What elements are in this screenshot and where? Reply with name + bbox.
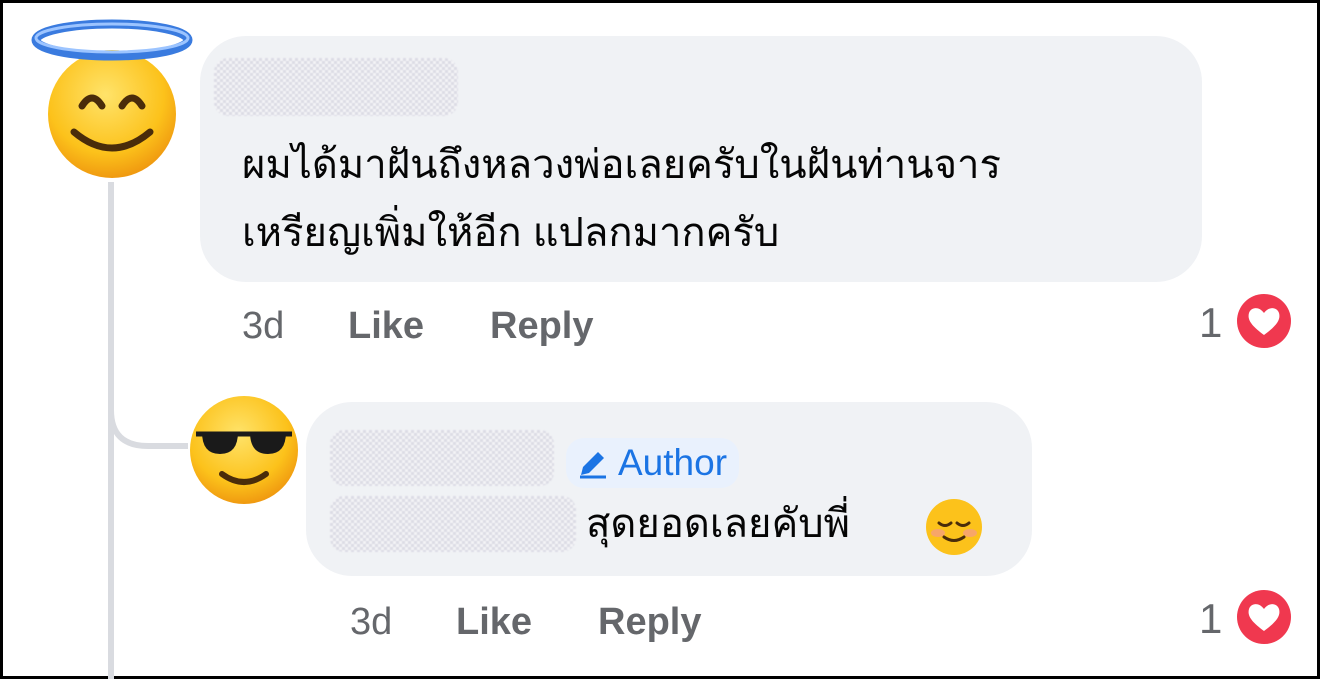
reply-like-button[interactable]: Like	[456, 601, 532, 644]
comment-timestamp[interactable]: 3d	[242, 305, 284, 348]
sunglasses-face-icon[interactable]	[188, 394, 300, 506]
reply-reply-button[interactable]: Reply	[598, 601, 701, 644]
thread-branch-line	[108, 380, 188, 449]
comment-reply-button[interactable]: Reply	[490, 305, 593, 348]
reply-timestamp[interactable]: 3d	[350, 601, 392, 644]
reply-reaction-count[interactable]: 1	[1199, 595, 1222, 643]
reply-mention-name[interactable]	[330, 496, 576, 552]
comment-author-name[interactable]	[214, 58, 458, 116]
reply-author-name[interactable]	[330, 430, 554, 486]
halo-smiling-face-icon[interactable]	[28, 14, 196, 182]
comment-reaction-count[interactable]: 1	[1199, 299, 1222, 347]
heart-reaction-icon[interactable]	[1236, 293, 1292, 349]
comment-text-line-1: ผมได้มาฝันถึงหลวงพ่อเลยครับในฝันท่านจาร	[242, 143, 1001, 187]
reply-text: สุดยอดเลยคับพี่	[586, 502, 850, 546]
pencil-icon	[580, 452, 606, 479]
comment-like-button[interactable]: Like	[348, 305, 424, 348]
heart-reaction-icon[interactable]	[1236, 589, 1292, 645]
author-badge-label: Author	[618, 442, 728, 483]
author-badge: Author	[566, 438, 740, 488]
comment-text-line-2: เหรียญเพิ่มให้อีก แปลกมากครับ	[242, 211, 780, 255]
smiling-face-emoji	[926, 499, 982, 555]
